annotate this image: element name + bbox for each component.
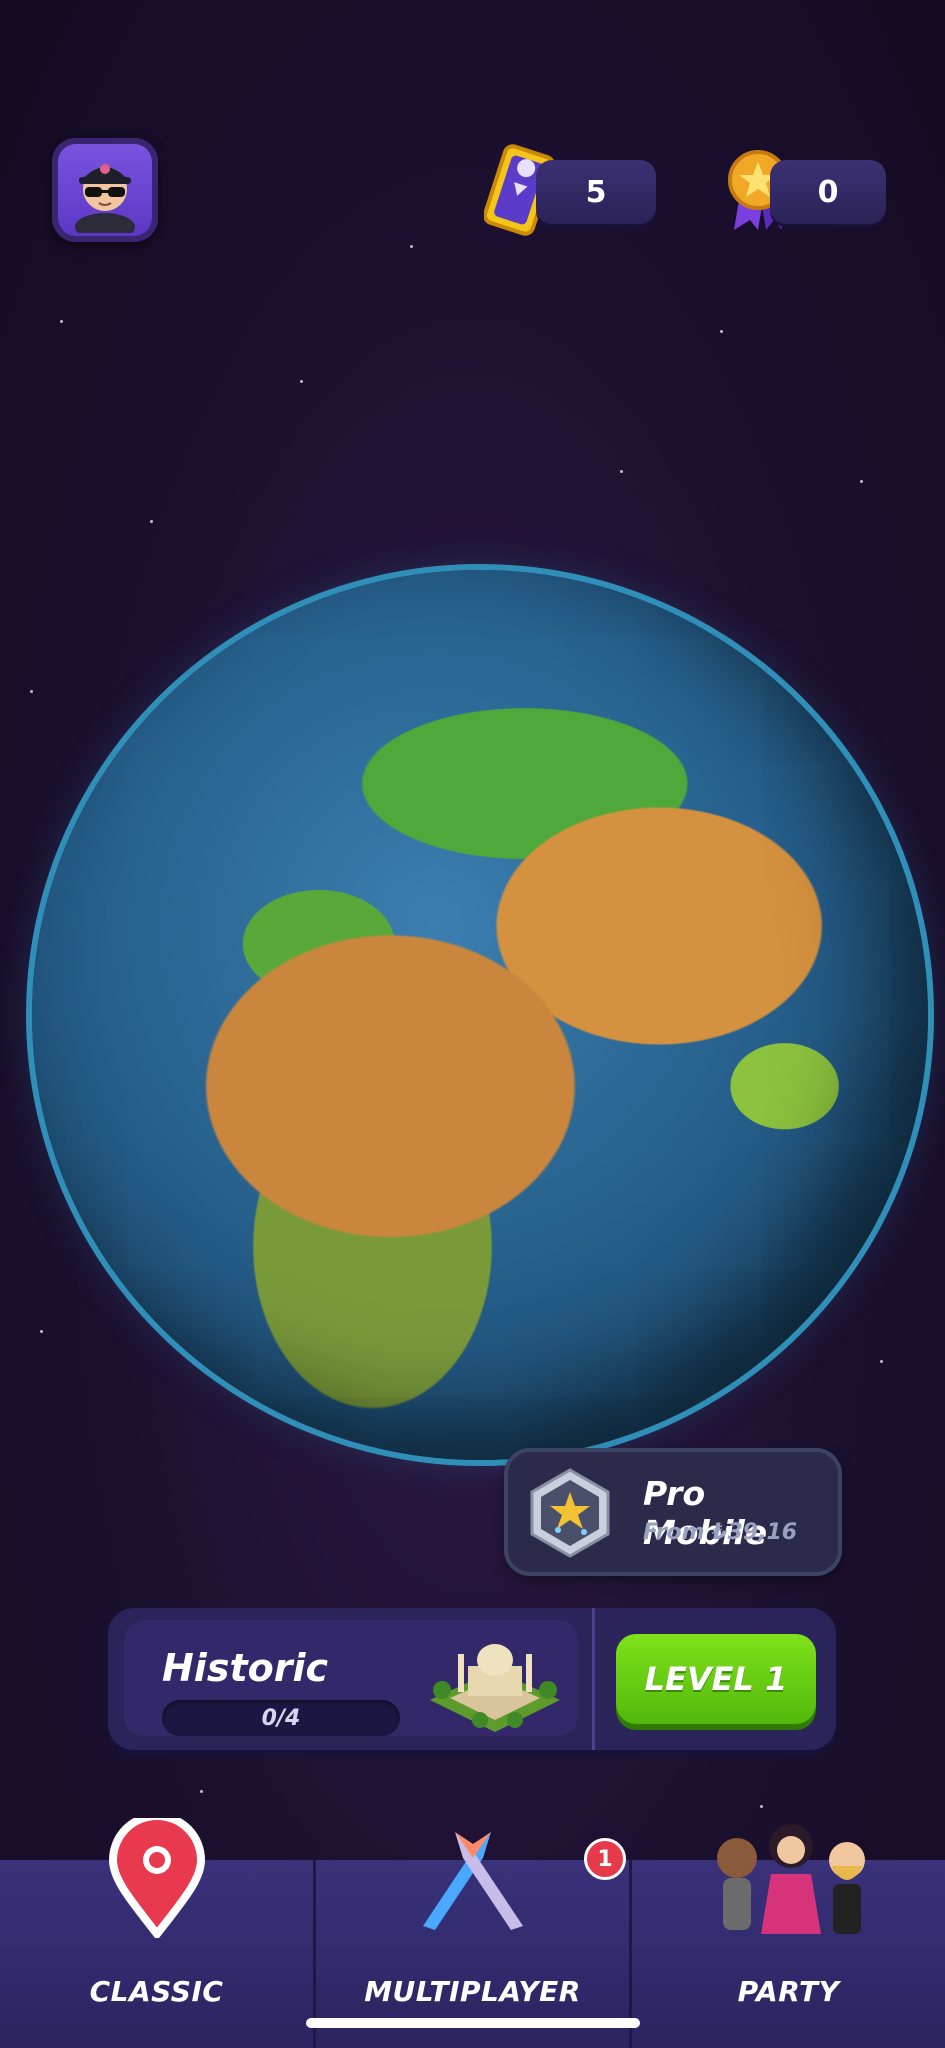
level-button[interactable]: LEVEL 1 bbox=[616, 1634, 816, 1724]
multiplayer-notification-badge: 1 bbox=[584, 1838, 626, 1880]
tickets-counter[interactable]: 5 bbox=[536, 160, 656, 224]
characters-icon bbox=[716, 1824, 865, 1934]
mode-progress-bar: 0/4 bbox=[162, 1700, 400, 1736]
map-pin-icon bbox=[108, 1818, 205, 1938]
nav-item-classic[interactable]: CLASSIC bbox=[0, 1818, 313, 2048]
pro-offer-price: From ₺39,16 bbox=[643, 1520, 798, 1545]
medals-counter[interactable]: 0 bbox=[770, 160, 886, 224]
pro-badge-icon bbox=[530, 1468, 610, 1558]
level-button-label: LEVEL 1 bbox=[644, 1660, 788, 1698]
home-indicator[interactable] bbox=[306, 2018, 640, 2028]
profile-avatar-button[interactable] bbox=[52, 138, 158, 242]
tickets-count: 5 bbox=[585, 174, 607, 210]
mode-info-panel[interactable]: Historic 0/4 bbox=[124, 1620, 578, 1736]
historic-landmark-icon bbox=[430, 1644, 560, 1732]
mode-card: Historic 0/4 LEVEL 1 bbox=[108, 1608, 836, 1750]
mode-progress-text: 0/4 bbox=[261, 1705, 301, 1731]
badge-count: 1 bbox=[597, 1846, 613, 1872]
mode-title: Historic bbox=[162, 1646, 329, 1690]
nav-label-classic: CLASSIC bbox=[89, 1975, 224, 2008]
avatar-icon bbox=[75, 164, 135, 233]
crossed-swords-icon bbox=[422, 1832, 523, 1930]
pro-mobile-offer-card[interactable]: Pro Mobile From ₺39,16 bbox=[508, 1452, 838, 1572]
medals-count: 0 bbox=[817, 174, 839, 210]
mode-card-divider bbox=[592, 1608, 595, 1750]
nav-label-party: PARTY bbox=[737, 1975, 840, 2008]
nav-item-party[interactable]: PARTY bbox=[632, 1824, 945, 2048]
world-globe[interactable] bbox=[32, 570, 928, 1460]
nav-label-multiplayer: MULTIPLAYER bbox=[364, 1975, 581, 2008]
